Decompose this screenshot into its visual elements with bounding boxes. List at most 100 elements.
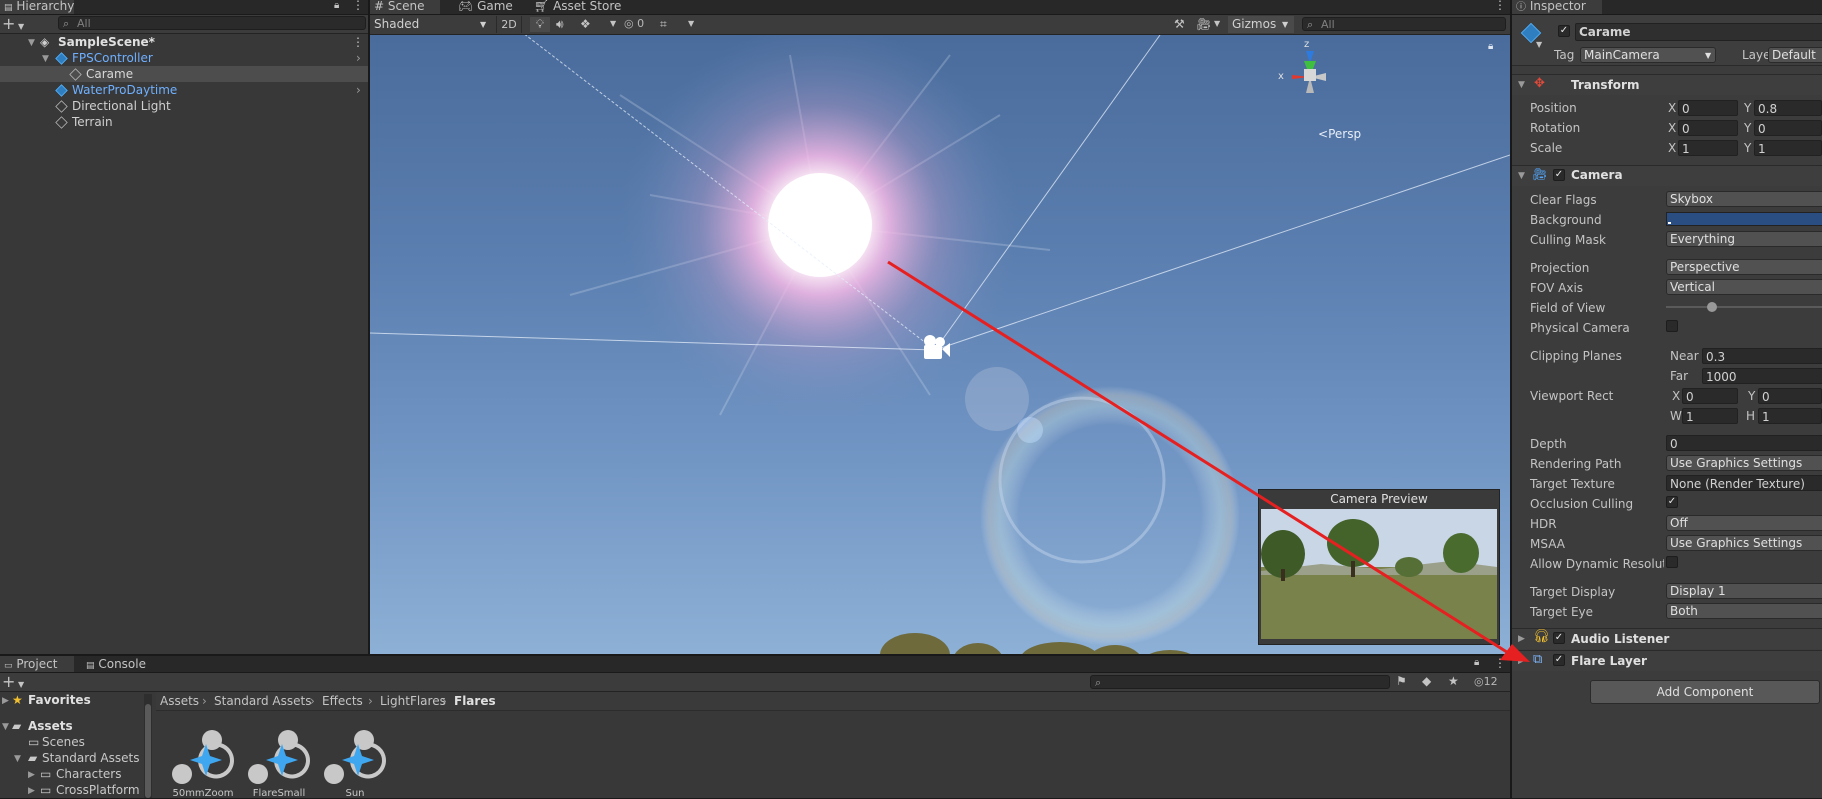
scene-viewport[interactable]: z x 🔒︎ <Persp Camera Preview <box>370 35 1510 654</box>
grid-snap-icon[interactable]: ⌗ <box>660 17 667 32</box>
lock-icon[interactable]: 🔒︎ <box>1474 657 1479 668</box>
expand-icon[interactable]: ▶ <box>28 783 35 798</box>
tag-dropdown[interactable]: MainCamera ▼ <box>1580 47 1716 63</box>
tab-asset-store[interactable]: 🛒︎ Asset Store <box>530 0 634 14</box>
camera-enabled-checkbox[interactable]: ✓ <box>1553 169 1565 181</box>
kebab-icon[interactable]: ⋮ <box>352 0 364 12</box>
collapse-icon[interactable]: ▼ <box>1518 171 1525 181</box>
viewport-x-field[interactable]: 0 <box>1682 388 1738 404</box>
scale-x-field[interactable]: 1 <box>1678 140 1738 156</box>
lock-icon[interactable]: 🔒︎ <box>334 0 339 11</box>
hierarchy-item-directional-light[interactable]: Directional Light <box>0 98 368 114</box>
target-eye-dropdown[interactable]: Both <box>1666 603 1822 619</box>
kebab-icon[interactable]: ⋮ <box>352 34 364 50</box>
chevron-down-icon[interactable]: ▼ <box>1214 19 1220 28</box>
target-texture-field[interactable]: None (Render Texture) <box>1666 475 1822 491</box>
viewport-h-field[interactable]: 1 <box>1758 408 1822 424</box>
transform-header[interactable] <box>1512 74 1822 95</box>
scene-search-input[interactable]: ⌕ All <box>1302 17 1506 31</box>
hidden-objects-toggle[interactable]: ◎ 0 <box>624 17 644 30</box>
projection-dropdown[interactable]: Perspective <box>1666 259 1822 275</box>
2d-toggle-button[interactable]: 2D <box>496 16 522 33</box>
orientation-gizmo[interactable]: z x <box>1270 39 1350 113</box>
msaa-dropdown[interactable]: Use Graphics Settings <box>1666 535 1822 551</box>
camera-settings-icon[interactable]: 🎥︎ <box>1196 17 1211 31</box>
chevron-right-icon[interactable]: › <box>356 82 361 98</box>
kebab-icon[interactable]: ⋮ <box>1494 0 1506 12</box>
occlusion-culling-checkbox[interactable]: ✓ <box>1666 496 1678 508</box>
active-checkbox[interactable]: ✓ <box>1558 25 1570 37</box>
object-name-field[interactable]: Carame <box>1575 23 1822 41</box>
lighting-toggle-icon[interactable]: 💡︎ <box>530 17 550 32</box>
expand-icon[interactable]: ▼ <box>2 719 9 735</box>
lock-icon[interactable]: 🔒︎ <box>1488 41 1493 52</box>
fov-axis-dropdown[interactable]: Vertical <box>1666 279 1822 295</box>
filter-by-label-icon[interactable]: ◆ <box>1422 674 1431 688</box>
rotation-x-field[interactable]: 0 <box>1678 120 1738 136</box>
tab-hierarchy[interactable]: ▤ Hierarchy <box>0 0 74 14</box>
breadcrumb-item[interactable]: Assets <box>160 694 199 708</box>
asset-item[interactable]: FlareSmall <box>244 728 314 799</box>
expand-icon[interactable]: ▼ <box>28 35 35 51</box>
add-button[interactable]: + ▼ <box>2 14 24 33</box>
assets-item[interactable]: ▼ ▰ Assets <box>0 718 146 734</box>
clear-flags-dropdown[interactable]: Skybox <box>1666 191 1822 207</box>
hierarchy-item-carame[interactable]: Carame <box>0 66 368 82</box>
breadcrumb-item[interactable]: Effects <box>322 694 363 708</box>
project-search-input[interactable]: ⌕ <box>1090 675 1390 689</box>
favorites-item[interactable]: ▶ ★ Favorites <box>0 692 146 708</box>
audio-listener-checkbox[interactable]: ✓ <box>1553 632 1565 644</box>
tab-console[interactable]: ▤ Console <box>82 656 166 672</box>
asset-item[interactable]: Sun <box>320 728 390 799</box>
dynamic-resolution-checkbox[interactable] <box>1666 556 1678 568</box>
tab-game[interactable]: 🎮︎ Game <box>454 0 522 14</box>
audio-toggle-icon[interactable]: 🔊︎ <box>556 17 564 32</box>
chevron-down-icon[interactable]: ▼ <box>1536 40 1542 49</box>
target-display-dropdown[interactable]: Display 1 <box>1666 583 1822 599</box>
hidden-count-toggle[interactable]: ◎12 <box>1474 675 1498 688</box>
asset-item[interactable]: 50mmZoom <box>168 728 238 799</box>
layer-dropdown[interactable]: Default <box>1768 47 1822 63</box>
position-x-field[interactable]: 0 <box>1678 100 1738 116</box>
far-clip-field[interactable]: 1000 <box>1702 368 1822 384</box>
expand-icon[interactable]: ▶ <box>28 767 35 783</box>
viewport-w-field[interactable]: 1 <box>1682 408 1738 424</box>
tree-item-scenes[interactable]: ▭ Scenes <box>0 734 146 750</box>
add-button[interactable]: + ▼ <box>2 672 24 691</box>
flare-layer-checkbox[interactable]: ✓ <box>1553 654 1565 666</box>
physical-camera-checkbox[interactable] <box>1666 320 1678 332</box>
fov-slider[interactable] <box>1666 300 1822 314</box>
culling-mask-dropdown[interactable]: Everything <box>1666 231 1822 247</box>
tools-icon[interactable]: ⚒ <box>1174 17 1185 31</box>
effects-toggle-icon[interactable]: ❖ <box>580 17 591 31</box>
viewport-y-field[interactable]: 0 <box>1758 388 1822 404</box>
tab-inspector[interactable]: ⓘ Inspector <box>1512 0 1602 14</box>
chevron-down-icon[interactable]: ▼ <box>610 19 616 28</box>
shading-mode-dropdown[interactable]: Shaded ▼ <box>374 16 492 33</box>
tab-project[interactable]: ▭ Project <box>0 656 74 672</box>
add-component-button[interactable]: Add Component <box>1590 680 1820 704</box>
collapse-icon[interactable]: ▼ <box>1518 80 1525 90</box>
scene-row[interactable]: ▼ ◈ SampleScene* ⋮ <box>0 34 368 50</box>
hierarchy-search-input[interactable]: ⌕ All <box>58 16 366 30</box>
hierarchy-item-fpscontroller[interactable]: ▼ FPSController › <box>0 50 368 66</box>
breadcrumb-item[interactable]: Standard Assets <box>214 694 311 708</box>
collapse-icon[interactable]: ▶ <box>1518 634 1525 644</box>
tree-item-standard-assets[interactable]: ▼ ▰ Standard Assets <box>0 750 146 766</box>
collapse-icon[interactable]: ▶ <box>1518 656 1525 666</box>
scale-y-field[interactable]: 1 <box>1754 140 1822 156</box>
expand-icon[interactable]: ▼ <box>42 51 49 67</box>
rotation-y-field[interactable]: 0 <box>1754 120 1822 136</box>
position-y-field[interactable]: 0.8 <box>1754 100 1822 116</box>
chevron-down-icon[interactable]: ▼ <box>688 19 694 28</box>
expand-icon[interactable]: ▶ <box>2 693 9 709</box>
hdr-dropdown[interactable]: Off <box>1666 515 1822 531</box>
rendering-path-dropdown[interactable]: Use Graphics Settings <box>1666 455 1822 471</box>
tree-scrollbar[interactable] <box>144 694 152 798</box>
breadcrumb-item[interactable]: LightFlares <box>380 694 446 708</box>
chevron-right-icon[interactable]: › <box>356 50 361 66</box>
fov-slider-thumb[interactable] <box>1707 302 1717 312</box>
favorite-star-icon[interactable]: ★ <box>1448 674 1459 688</box>
persp-label[interactable]: <Persp <box>1318 127 1361 141</box>
tree-item-characters[interactable]: ▶ ▭ Characters <box>0 766 146 782</box>
